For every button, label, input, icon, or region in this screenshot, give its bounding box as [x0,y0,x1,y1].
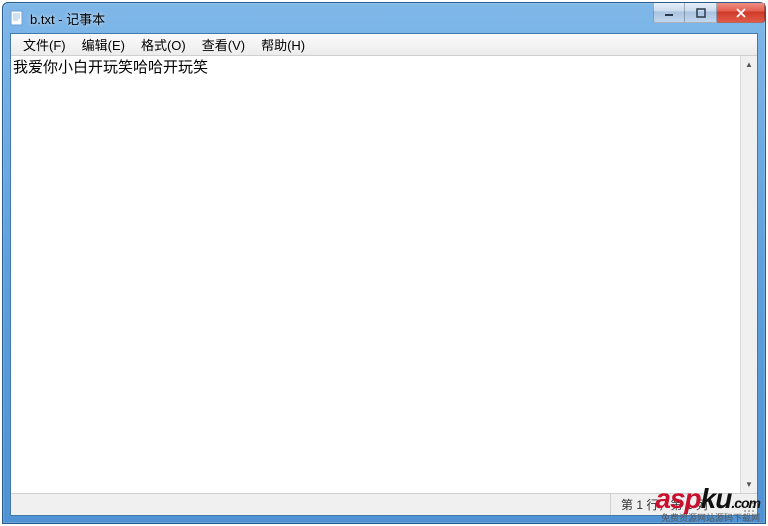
status-position: 第 1 行，第 1 列 [610,494,740,515]
scroll-up-icon[interactable]: ▲ [741,56,758,73]
window-title: b.txt - 记事本 [30,9,105,28]
menu-help[interactable]: 帮助(H) [253,33,313,56]
window-controls [653,3,765,23]
menu-file[interactable]: 文件(F) [15,33,74,56]
scroll-down-icon[interactable]: ▼ [741,476,758,493]
titlebar[interactable]: b.txt - 记事本 [3,3,765,33]
app-window: b.txt - 记事本 文件(F) 编辑(E) 格式(O) 查看(V) 帮助(H… [2,2,766,524]
minimize-button[interactable] [653,3,685,23]
menu-format[interactable]: 格式(O) [133,33,194,56]
vertical-scrollbar[interactable]: ▲ ▼ [740,56,757,493]
maximize-button[interactable] [685,3,717,23]
statusbar: 第 1 行，第 1 列 [11,493,757,515]
menu-edit[interactable]: 编辑(E) [74,33,133,56]
notepad-icon [9,10,25,26]
text-editor[interactable]: 我爱你小白开玩笑哈哈开玩笑 [11,56,740,493]
resize-grip-icon[interactable] [740,494,757,515]
close-button[interactable] [717,3,765,23]
client-area: 文件(F) 编辑(E) 格式(O) 查看(V) 帮助(H) 我爱你小白开玩笑哈哈… [10,33,758,516]
menu-view[interactable]: 查看(V) [194,33,253,56]
menubar: 文件(F) 编辑(E) 格式(O) 查看(V) 帮助(H) [11,34,757,56]
editor-wrap: 我爱你小白开玩笑哈哈开玩笑 ▲ ▼ [11,56,757,493]
